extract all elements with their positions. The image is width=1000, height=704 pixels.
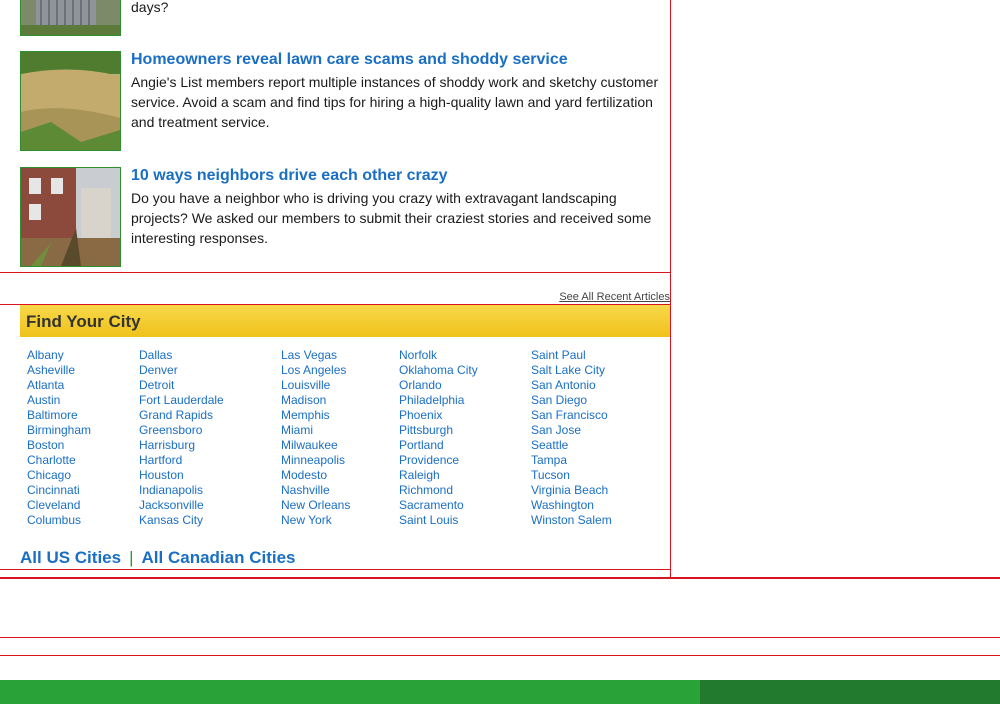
city-link[interactable]: Fort Lauderdale — [139, 393, 224, 408]
city-link[interactable]: Providence — [399, 453, 478, 468]
article-thumbnail-ac-unit[interactable] — [20, 0, 121, 36]
city-link[interactable]: Saint Louis — [399, 513, 478, 528]
city-link[interactable]: Orlando — [399, 378, 478, 393]
city-column: Dallas Denver Detroit Fort Lauderdale Gr… — [139, 348, 224, 528]
article-title-link[interactable]: 10 ways neighbors drive each other crazy — [131, 167, 448, 185]
city-link[interactable]: Pittsburgh — [399, 423, 478, 438]
city-link[interactable]: Nashville — [281, 483, 350, 498]
city-link[interactable]: Chicago — [27, 468, 91, 483]
city-link[interactable]: Sacramento — [399, 498, 478, 513]
article-thumbnail-neighbors[interactable] — [20, 167, 121, 267]
city-link[interactable]: Asheville — [27, 363, 91, 378]
city-link[interactable]: Miami — [281, 423, 350, 438]
find-your-city-header: Find Your City — [20, 305, 670, 337]
footer-side-panel — [700, 680, 1000, 704]
city-link[interactable]: Washington — [531, 498, 612, 513]
city-column: Norfolk Oklahoma City Orlando Philadelph… — [399, 348, 478, 528]
city-link[interactable]: Birmingham — [27, 423, 91, 438]
article-thumbnail-lawn[interactable] — [20, 51, 121, 151]
city-link[interactable]: Los Angeles — [281, 363, 350, 378]
city-column: Albany Asheville Atlanta Austin Baltimor… — [27, 348, 91, 528]
city-link[interactable]: Modesto — [281, 468, 350, 483]
city-link[interactable]: Indianapolis — [139, 483, 224, 498]
city-column: Las Vegas Los Angeles Louisville Madison… — [281, 348, 350, 528]
city-link[interactable]: Dallas — [139, 348, 224, 363]
article-summary: Do you have a neighbor who is driving yo… — [131, 190, 652, 246]
city-link[interactable]: Detroit — [139, 378, 224, 393]
city-link[interactable]: Baltimore — [27, 408, 91, 423]
divider-line — [0, 577, 1000, 579]
city-link[interactable]: Cleveland — [27, 498, 91, 513]
all-cities-links: All US Cities | All Canadian Cities — [20, 548, 296, 568]
city-link[interactable]: Houston — [139, 468, 224, 483]
city-link[interactable]: Madison — [281, 393, 350, 408]
divider-line — [0, 272, 671, 273]
all-us-cities-link[interactable]: All US Cities — [20, 548, 121, 567]
footer-bar — [0, 680, 700, 704]
see-all-articles-link[interactable]: See All Recent Articles — [559, 291, 670, 303]
city-link[interactable]: Tucson — [531, 468, 612, 483]
city-link[interactable]: Virginia Beach — [531, 483, 612, 498]
divider-line — [0, 655, 1000, 656]
city-link[interactable]: Richmond — [399, 483, 478, 498]
city-link[interactable]: Saint Paul — [531, 348, 612, 363]
city-link[interactable]: Norfolk — [399, 348, 478, 363]
city-link[interactable]: San Francisco — [531, 408, 612, 423]
city-link[interactable]: Milwaukee — [281, 438, 350, 453]
city-link[interactable]: San Jose — [531, 423, 612, 438]
city-link[interactable]: Hartford — [139, 453, 224, 468]
city-link[interactable]: Winston Salem — [531, 513, 612, 528]
article-summary: Angie's List members report multiple ins… — [131, 74, 659, 130]
city-link[interactable]: Atlanta — [27, 378, 91, 393]
city-link[interactable]: Boston — [27, 438, 91, 453]
city-link[interactable]: New York — [281, 513, 350, 528]
city-link[interactable]: Cincinnati — [27, 483, 91, 498]
article-title-link[interactable]: Homeowners reveal lawn care scams and sh… — [131, 51, 568, 69]
city-link[interactable]: San Antonio — [531, 378, 612, 393]
divider-line — [0, 637, 1000, 638]
city-link[interactable]: New Orleans — [281, 498, 350, 513]
city-link[interactable]: Columbus — [27, 513, 91, 528]
city-link[interactable]: Seattle — [531, 438, 612, 453]
divider-line — [0, 569, 671, 570]
city-link[interactable]: Oklahoma City — [399, 363, 478, 378]
all-canadian-cities-link[interactable]: All Canadian Cities — [142, 548, 296, 567]
city-link[interactable]: Tampa — [531, 453, 612, 468]
city-link[interactable]: Memphis — [281, 408, 350, 423]
city-link[interactable]: Salt Lake City — [531, 363, 612, 378]
city-link[interactable]: Charlotte — [27, 453, 91, 468]
city-link[interactable]: Las Vegas — [281, 348, 350, 363]
city-link[interactable]: Portland — [399, 438, 478, 453]
city-link[interactable]: Greensboro — [139, 423, 224, 438]
city-link[interactable]: Albany — [27, 348, 91, 363]
city-link[interactable]: Philadelphia — [399, 393, 478, 408]
city-link[interactable]: Harrisburg — [139, 438, 224, 453]
city-link[interactable]: Minneapolis — [281, 453, 350, 468]
city-column: Saint Paul Salt Lake City San Antonio Sa… — [531, 348, 612, 528]
article-summary: days? — [131, 0, 169, 15]
city-link[interactable]: Austin — [27, 393, 91, 408]
city-link[interactable]: Phoenix — [399, 408, 478, 423]
link-separator: | — [129, 548, 134, 567]
section-heading: Find Your City — [26, 312, 141, 331]
city-link[interactable]: Louisville — [281, 378, 350, 393]
city-link[interactable]: Raleigh — [399, 468, 478, 483]
content-right-border — [670, 0, 671, 578]
city-link[interactable]: San Diego — [531, 393, 612, 408]
city-link[interactable]: Kansas City — [139, 513, 224, 528]
city-link[interactable]: Grand Rapids — [139, 408, 224, 423]
city-link[interactable]: Denver — [139, 363, 224, 378]
city-link[interactable]: Jacksonville — [139, 498, 224, 513]
